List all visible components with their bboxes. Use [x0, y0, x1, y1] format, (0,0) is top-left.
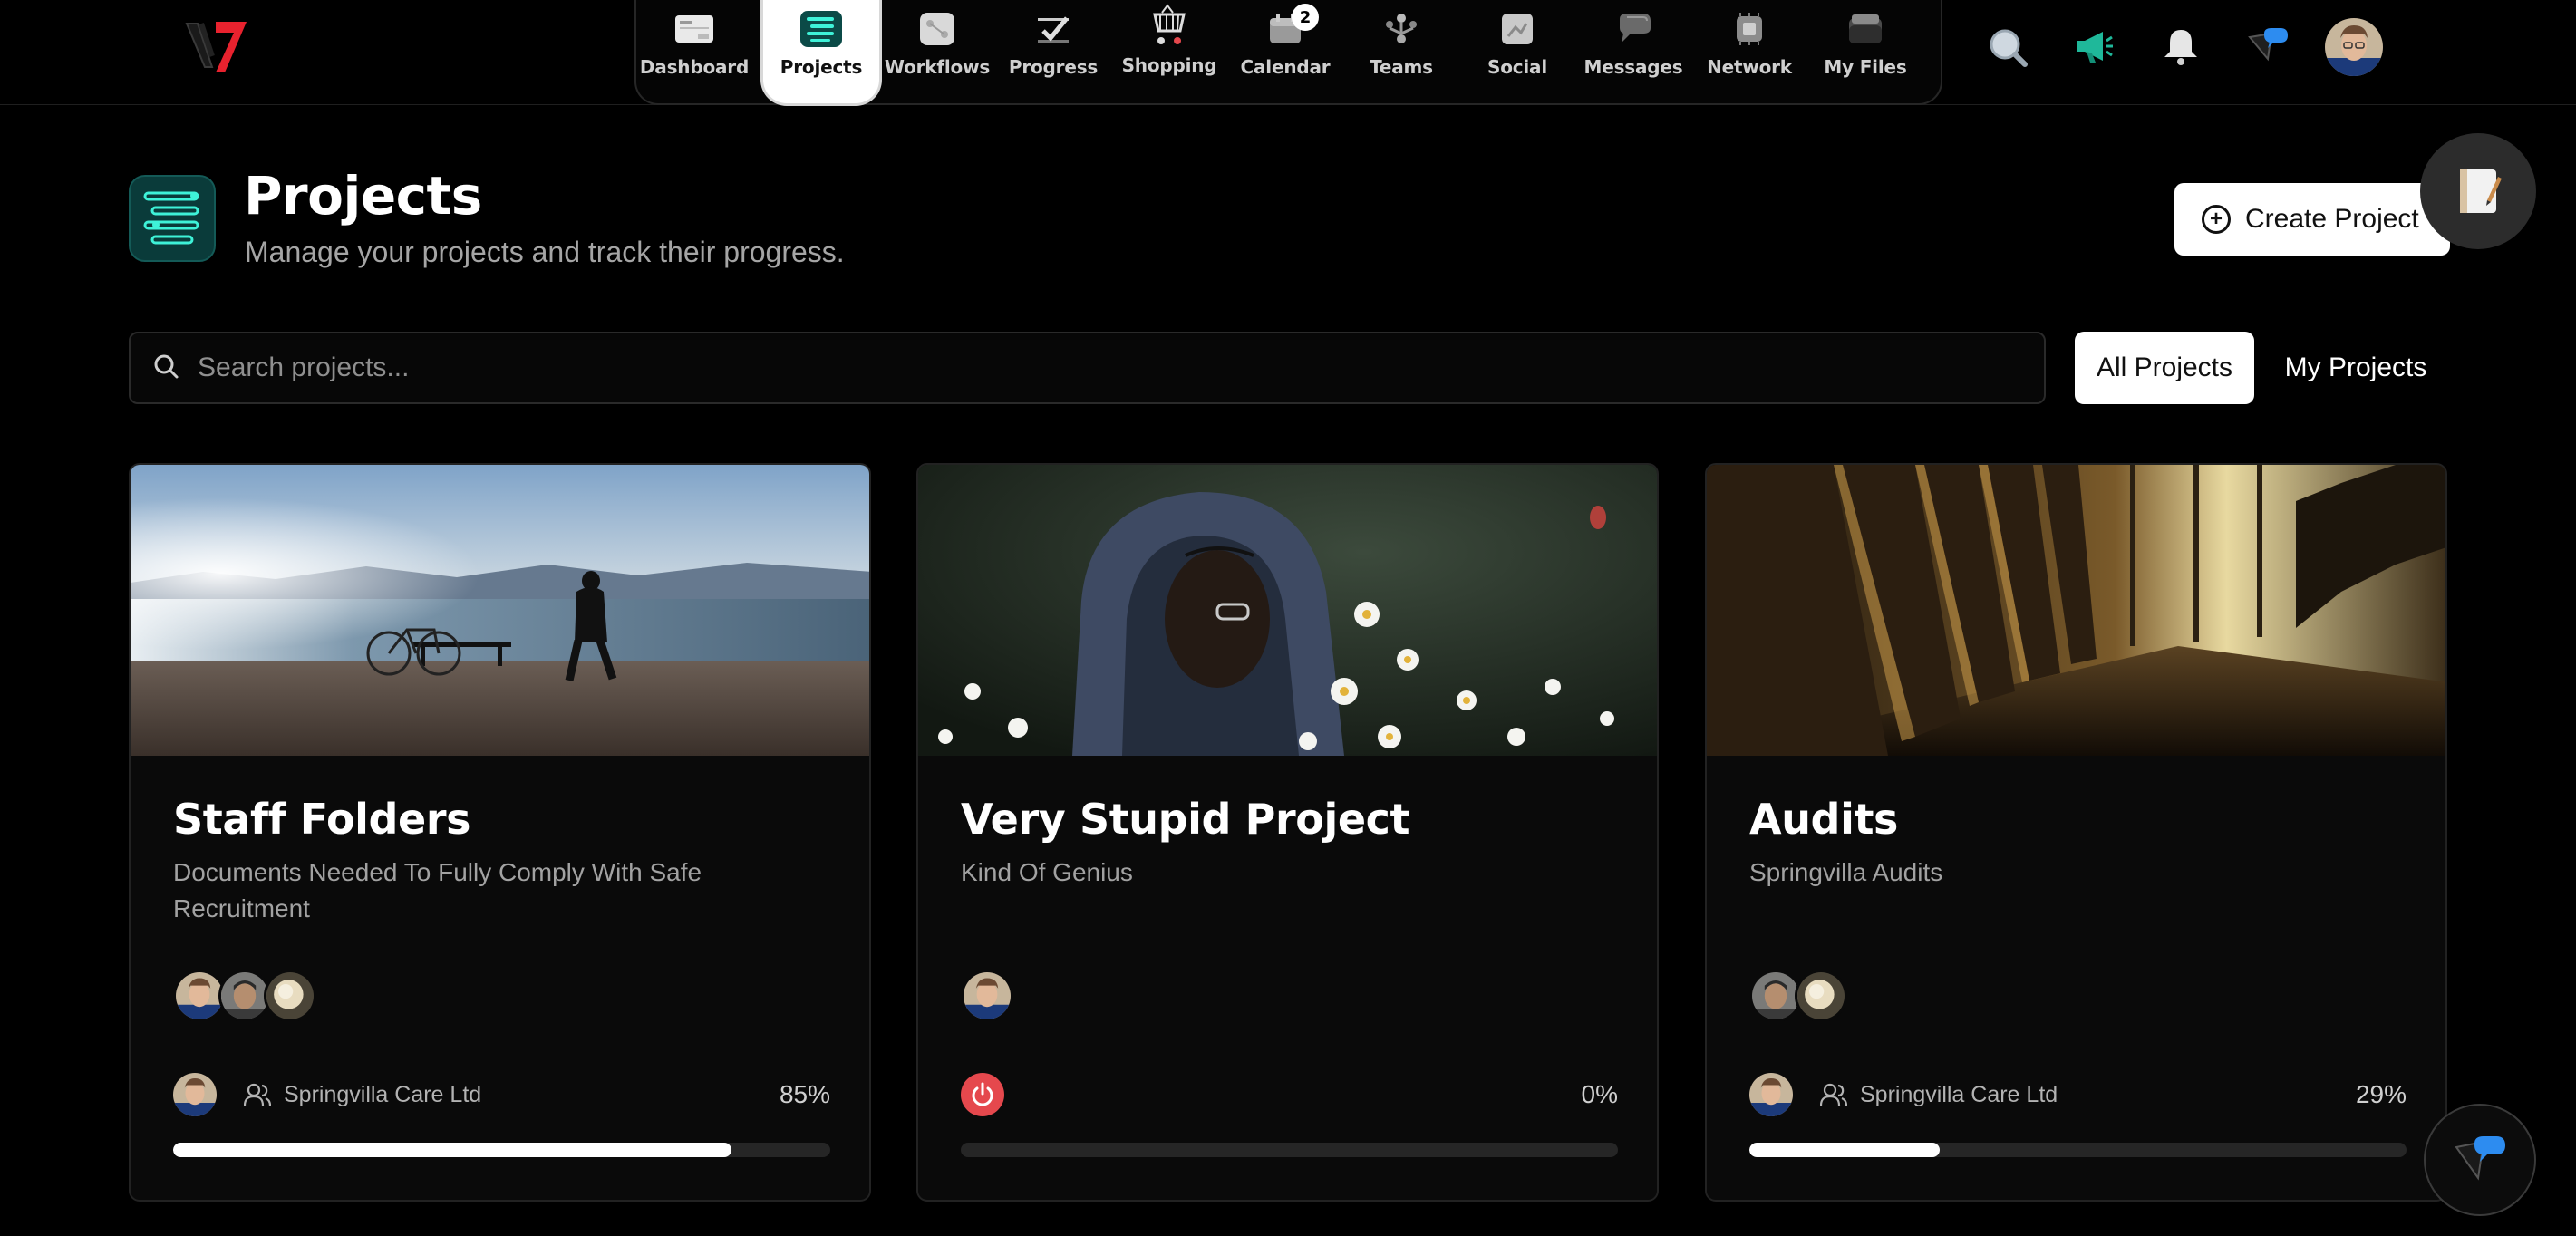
progress-bar: [961, 1143, 1618, 1157]
nav-calendar[interactable]: 2 Calendar: [1227, 0, 1343, 103]
page-subtitle: Manage your projects and track their pro…: [245, 236, 845, 268]
search-input[interactable]: [198, 352, 1920, 383]
tab-all-projects[interactable]: All Projects: [2075, 332, 2254, 404]
progress-bar: [173, 1143, 830, 1157]
project-organization: Springvilla Care Ltd: [244, 1082, 481, 1108]
nav-projects[interactable]: Projects: [763, 0, 879, 103]
organization-name: Springvilla Care Ltd: [284, 1081, 482, 1107]
member-avatar[interactable]: [1795, 970, 1847, 1022]
organization-name: Springvilla Care Ltd: [1860, 1081, 2058, 1107]
project-description: Kind Of Genius: [961, 858, 1133, 886]
shopping-icon: [1148, 4, 1190, 47]
power-icon[interactable]: [961, 1073, 1004, 1116]
nav-workflows[interactable]: Workflows: [879, 0, 995, 103]
chat-icon[interactable]: [2245, 24, 2290, 69]
owner-avatar[interactable]: [1749, 1073, 1793, 1116]
workflows-icon: [916, 11, 958, 47]
project-meta: 0%: [961, 1072, 1618, 1117]
project-description: Documents Needed To Fully Comply With Sa…: [173, 858, 702, 922]
nav-social[interactable]: Social: [1459, 0, 1575, 103]
project-card[interactable]: Very Stupid Project Kind Of Genius 0%: [916, 463, 1659, 1202]
users-icon: [1820, 1083, 1847, 1106]
users-icon: [244, 1083, 271, 1106]
nav-messages[interactable]: Messages: [1575, 0, 1691, 103]
chat-support-button[interactable]: [2424, 1104, 2536, 1216]
create-project-button[interactable]: + Create Project: [2174, 183, 2450, 256]
bell-icon[interactable]: [2158, 24, 2203, 69]
nav-dashboard-label: Dashboard: [639, 56, 750, 78]
project-members: [1749, 970, 1847, 1024]
create-project-label: Create Project: [2245, 204, 2419, 234]
project-cover-image: [1707, 465, 2445, 756]
search-bar: [129, 332, 2046, 404]
nav-network-label: Network: [1707, 56, 1792, 78]
search-icon[interactable]: [1984, 24, 2029, 69]
nav-workflows-label: Workflows: [884, 56, 991, 78]
top-nav-bar: Dashboard Projects Workflows Progress Sh…: [0, 0, 2576, 105]
project-title: Very Stupid Project: [961, 795, 1410, 844]
project-members: [173, 970, 316, 1024]
progress-fill: [1749, 1143, 1941, 1157]
project-card[interactable]: Staff Folders Documents Needed To Fully …: [129, 463, 871, 1202]
owner-avatar[interactable]: [173, 1073, 217, 1116]
project-organization: Springvilla Care Ltd: [1820, 1082, 2058, 1108]
nav-my-files[interactable]: My Files: [1807, 0, 1923, 103]
project-cover-image: [131, 465, 869, 756]
nav-social-label: Social: [1487, 56, 1547, 78]
nav-dashboard[interactable]: Dashboard: [636, 0, 752, 103]
member-avatar[interactable]: [264, 970, 316, 1022]
network-icon: [1729, 11, 1770, 47]
project-members: [961, 970, 1013, 1024]
main-navigation: Dashboard Projects Workflows Progress Sh…: [634, 0, 1942, 105]
messages-icon: [1612, 11, 1654, 47]
member-avatar[interactable]: [961, 970, 1013, 1022]
progress-icon: [1032, 11, 1074, 47]
nav-calendar-label: Calendar: [1240, 56, 1331, 78]
nav-teams[interactable]: Teams: [1343, 0, 1459, 103]
project-title: Audits: [1749, 795, 1899, 844]
project-meta: Springvilla Care Ltd 85%: [173, 1072, 830, 1117]
project-description: Springvilla Audits: [1749, 858, 1943, 886]
nav-teams-label: Teams: [1370, 56, 1433, 78]
project-title: Staff Folders: [173, 795, 471, 844]
app-logo[interactable]: [181, 13, 257, 78]
nav-my-files-label: My Files: [1824, 56, 1907, 78]
teams-icon: [1380, 11, 1422, 47]
projects-header-icon: [129, 175, 216, 262]
tab-my-projects[interactable]: My Projects: [2266, 332, 2445, 404]
project-cover-image: [918, 465, 1657, 756]
calendar-badge: 2: [1292, 4, 1319, 31]
page-title: Projects: [244, 165, 482, 227]
dashboard-icon: [673, 11, 715, 47]
user-avatar[interactable]: [2325, 18, 2383, 76]
progress-fill: [173, 1143, 732, 1157]
progress-percent: 0%: [1581, 1080, 1618, 1108]
social-icon: [1496, 11, 1538, 47]
plus-circle-icon: +: [2202, 205, 2231, 234]
nav-projects-label: Projects: [780, 56, 863, 78]
nav-progress-label: Progress: [1008, 56, 1099, 78]
nav-progress[interactable]: Progress: [995, 0, 1111, 103]
megaphone-icon[interactable]: [2071, 24, 2116, 69]
nav-shopping[interactable]: Shopping: [1111, 0, 1227, 103]
progress-percent: 85%: [779, 1080, 830, 1108]
chat-bubble-icon: [2451, 1131, 2509, 1189]
nav-network[interactable]: Network: [1691, 0, 1807, 103]
project-card[interactable]: Audits Springvilla Audits Springvilla Ca…: [1705, 463, 2447, 1202]
projects-icon: [800, 11, 842, 47]
search-input-icon: [152, 352, 179, 384]
nav-messages-label: Messages: [1583, 56, 1683, 78]
notes-icon[interactable]: [2420, 133, 2536, 249]
progress-percent: 29%: [2355, 1080, 2407, 1108]
project-meta: Springvilla Care Ltd 29%: [1749, 1072, 2407, 1117]
my-files-icon: [1845, 11, 1886, 47]
progress-bar: [1749, 1143, 2407, 1157]
nav-shopping-label: Shopping: [1121, 54, 1217, 76]
